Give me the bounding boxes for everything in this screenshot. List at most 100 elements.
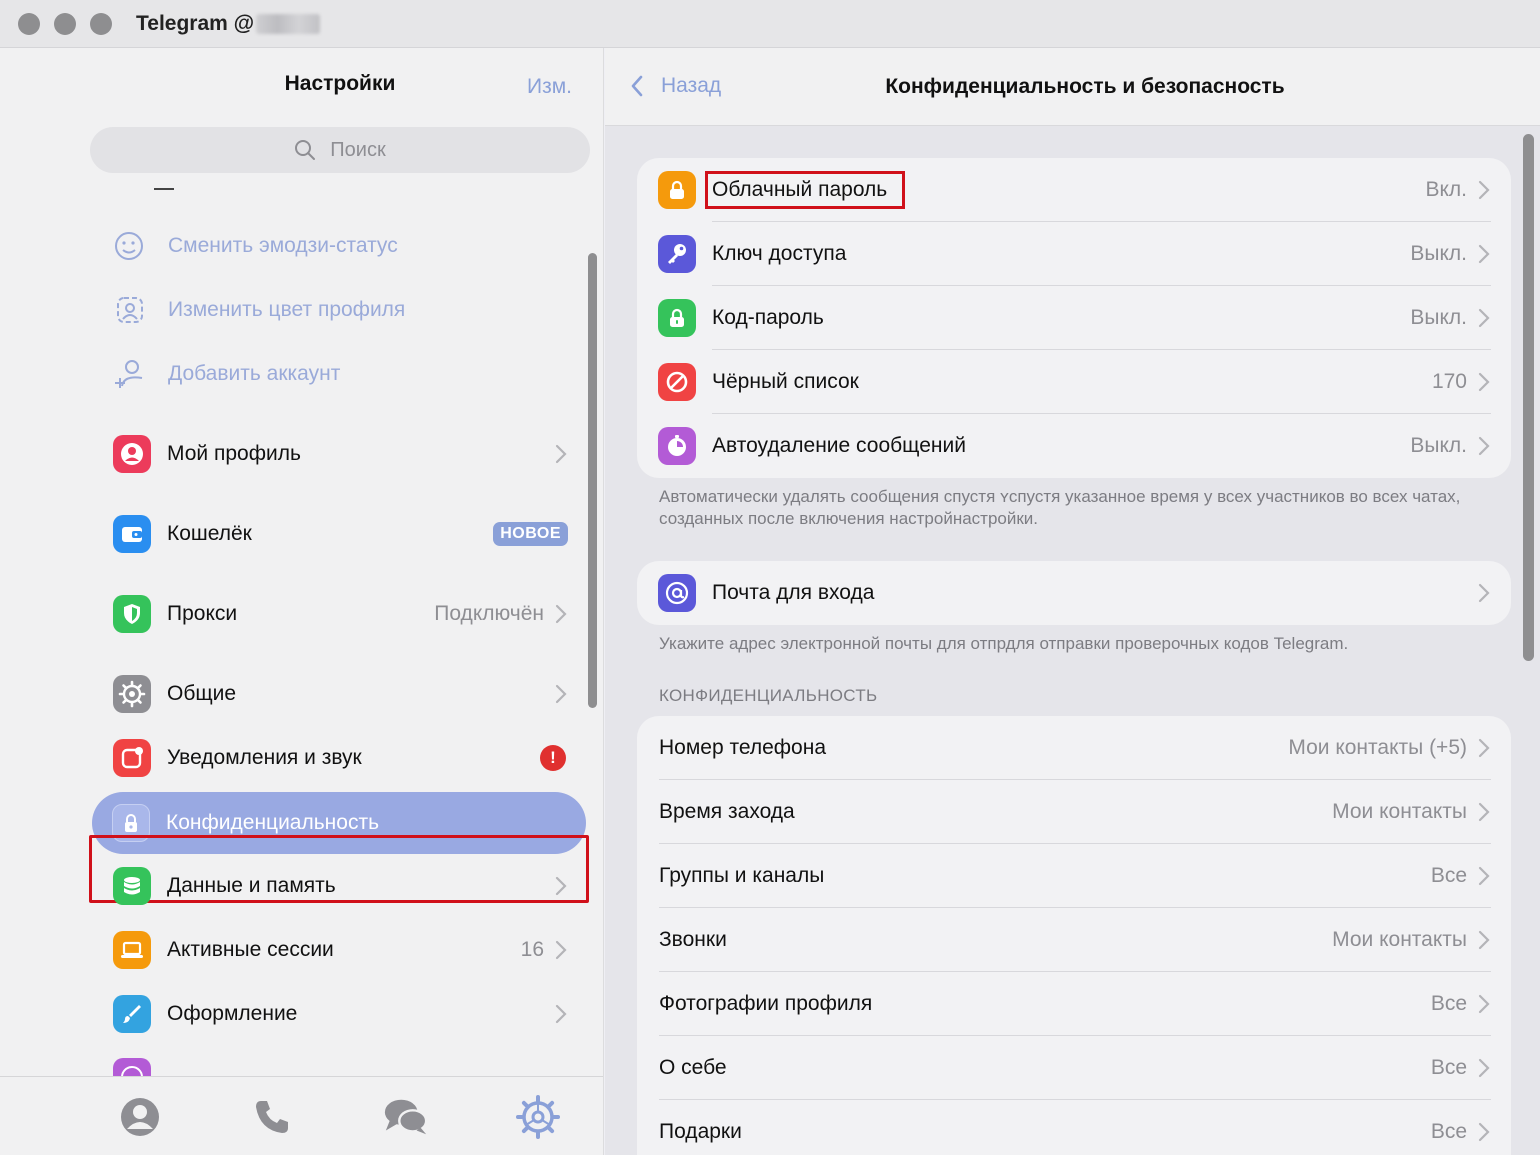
highlight-box-cloud-password [705, 171, 905, 209]
tab-settings[interactable] [514, 1093, 562, 1141]
sidebar-item-label: Мой профиль [167, 442, 301, 465]
chevron-right-icon [1478, 994, 1490, 1014]
sidebar-scrollbar[interactable] [588, 253, 597, 708]
row-label: Код-пароль [712, 306, 824, 329]
settings-gear-icon [516, 1095, 560, 1139]
chevron-right-icon [1478, 866, 1490, 886]
chevron-right-icon [1478, 372, 1490, 392]
sidebar-item-label: Данные и память [167, 874, 336, 897]
tab-calls[interactable] [248, 1093, 296, 1141]
sidebar-item-label: Общие [167, 682, 237, 705]
sidebar-item-wallet[interactable]: Кошелёк НОВОЕ [108, 507, 580, 561]
close-window-button[interactable] [18, 12, 40, 35]
blocked-icon [658, 363, 696, 401]
privacy-card: Номер телефона Мои контакты (+5) Время з… [637, 716, 1511, 1155]
row-value: Выкл. [1410, 306, 1467, 329]
row-label: Почта для входа [712, 581, 875, 604]
chevron-right-icon [555, 1004, 567, 1024]
change-emoji-status-button[interactable]: Сменить эмодзи-статус [112, 226, 398, 266]
sidebar-item-appearance[interactable]: Оформление [108, 987, 580, 1041]
search-input[interactable]: Поиск [90, 127, 590, 173]
sidebar-item-my-profile[interactable]: Мой профиль [108, 427, 580, 481]
row-value: Все [1430, 1120, 1467, 1143]
chevron-right-icon [1478, 436, 1490, 456]
add-account-button[interactable]: Добавить аккаунт [112, 354, 340, 394]
sidebar-item-data-storage[interactable]: Данные и память [108, 859, 580, 913]
row-label: Группы и каналы [659, 864, 825, 887]
profile-color-icon [117, 297, 143, 323]
sidebar-item-label: Конфиденциальность [166, 811, 380, 834]
tab-chats[interactable] [382, 1093, 430, 1141]
page-title: Конфиденциальность и безопасность [885, 75, 1285, 98]
search-placeholder: Поиск [330, 138, 386, 161]
panel-header: Назад Конфиденциальность и безопасность [605, 48, 1540, 126]
row-value: Вкл. [1425, 178, 1467, 201]
row-value: Выкл. [1410, 242, 1467, 265]
wallet-icon [113, 515, 151, 553]
sidebar-item-proxy[interactable]: Прокси Подключён [108, 587, 580, 641]
email-note: Укажите адрес электронной почты для отпр… [659, 634, 1349, 653]
proxy-status: Подключён [434, 602, 544, 625]
window-titlebar: Telegram @ [0, 0, 1540, 48]
privacy-photos-row[interactable]: Фотографии профиля Все [637, 972, 1511, 1036]
row-label: Чёрный список [712, 370, 859, 393]
chevron-right-icon [1478, 930, 1490, 950]
chevron-right-icon [555, 684, 567, 704]
row-label: Ключ доступа [712, 242, 847, 265]
privacy-groups-row[interactable]: Группы и каналы Все [637, 844, 1511, 908]
passkey-row[interactable]: Ключ доступа Выкл. [637, 222, 1511, 286]
window-title-text: Telegram @ [136, 11, 255, 35]
bell-icon [113, 739, 151, 777]
row-value: 170 [1431, 370, 1467, 393]
panel-scrollbar[interactable] [1523, 134, 1534, 661]
timer-icon [658, 427, 696, 465]
chevron-right-icon [555, 876, 567, 896]
privacy-last-seen-row[interactable]: Время захода Мои контакты [637, 780, 1511, 844]
passcode-lock-icon [658, 299, 696, 337]
privacy-phone-row[interactable]: Номер телефона Мои контакты (+5) [637, 716, 1511, 780]
at-icon [658, 574, 696, 612]
sidebar-item-label: Активные сессии [167, 938, 334, 961]
chevron-right-icon [1478, 180, 1490, 200]
passcode-row[interactable]: Код-пароль Выкл. [637, 286, 1511, 350]
chevron-right-icon [1478, 1058, 1490, 1078]
change-profile-color-button[interactable]: Изменить цвет профиля [112, 290, 405, 330]
globe-icon [121, 1066, 143, 1076]
minimize-window-button[interactable] [54, 12, 76, 35]
auto-delete-note: Автоматически удалять сообщения спустя ʏ… [659, 487, 1461, 528]
privacy-gifts-row[interactable]: Подарки Все [637, 1100, 1511, 1155]
change-profile-color-label: Изменить цвет профиля [168, 298, 406, 321]
sidebar-item-label: Кошелёк [167, 522, 252, 545]
email-card: Почта для входа [637, 561, 1511, 625]
sidebar-item-active-sessions[interactable]: Активные сессии 16 [108, 923, 580, 977]
shield-icon [113, 595, 151, 633]
sidebar-item-general[interactable]: Общие [108, 667, 580, 721]
row-value: Выкл. [1410, 434, 1467, 457]
row-label: Автоудаление сообщений [712, 434, 966, 457]
chevron-right-icon [1478, 583, 1490, 603]
tab-contacts[interactable] [116, 1093, 164, 1141]
row-value: Мои контакты [1332, 928, 1467, 951]
edit-button[interactable]: Изм. [527, 75, 572, 99]
chevron-right-icon [555, 444, 567, 464]
blocked-users-row[interactable]: Чёрный список 170 [637, 350, 1511, 414]
profile-icon [113, 435, 151, 473]
settings-header: Настройки Изм. [0, 48, 603, 122]
sidebar-item-partial[interactable] [113, 1058, 151, 1076]
key-icon [658, 235, 696, 273]
login-email-row[interactable]: Почта для входа [637, 561, 1511, 625]
add-account-icon [115, 360, 143, 388]
privacy-bio-row[interactable]: О себе Все [637, 1036, 1511, 1100]
database-icon [113, 867, 151, 905]
privacy-calls-row[interactable]: Звонки Мои контакты [637, 908, 1511, 972]
auto-delete-row[interactable]: Автоудаление сообщений Выкл. [637, 414, 1511, 478]
row-label: Подарки [659, 1120, 742, 1143]
sidebar-item-notifications[interactable]: Уведомления и звук ! [108, 731, 580, 785]
sidebar-item-label: Уведомления и звук [167, 746, 362, 769]
chevron-right-icon [555, 940, 567, 960]
maximize-window-button[interactable] [90, 12, 112, 35]
settings-sidebar: Настройки Изм. Поиск Сменить эмодзи-стат… [0, 48, 604, 1155]
bottom-tab-bar [0, 1076, 603, 1155]
chevron-right-icon [555, 604, 567, 624]
chat-bubbles-icon [384, 1099, 428, 1135]
